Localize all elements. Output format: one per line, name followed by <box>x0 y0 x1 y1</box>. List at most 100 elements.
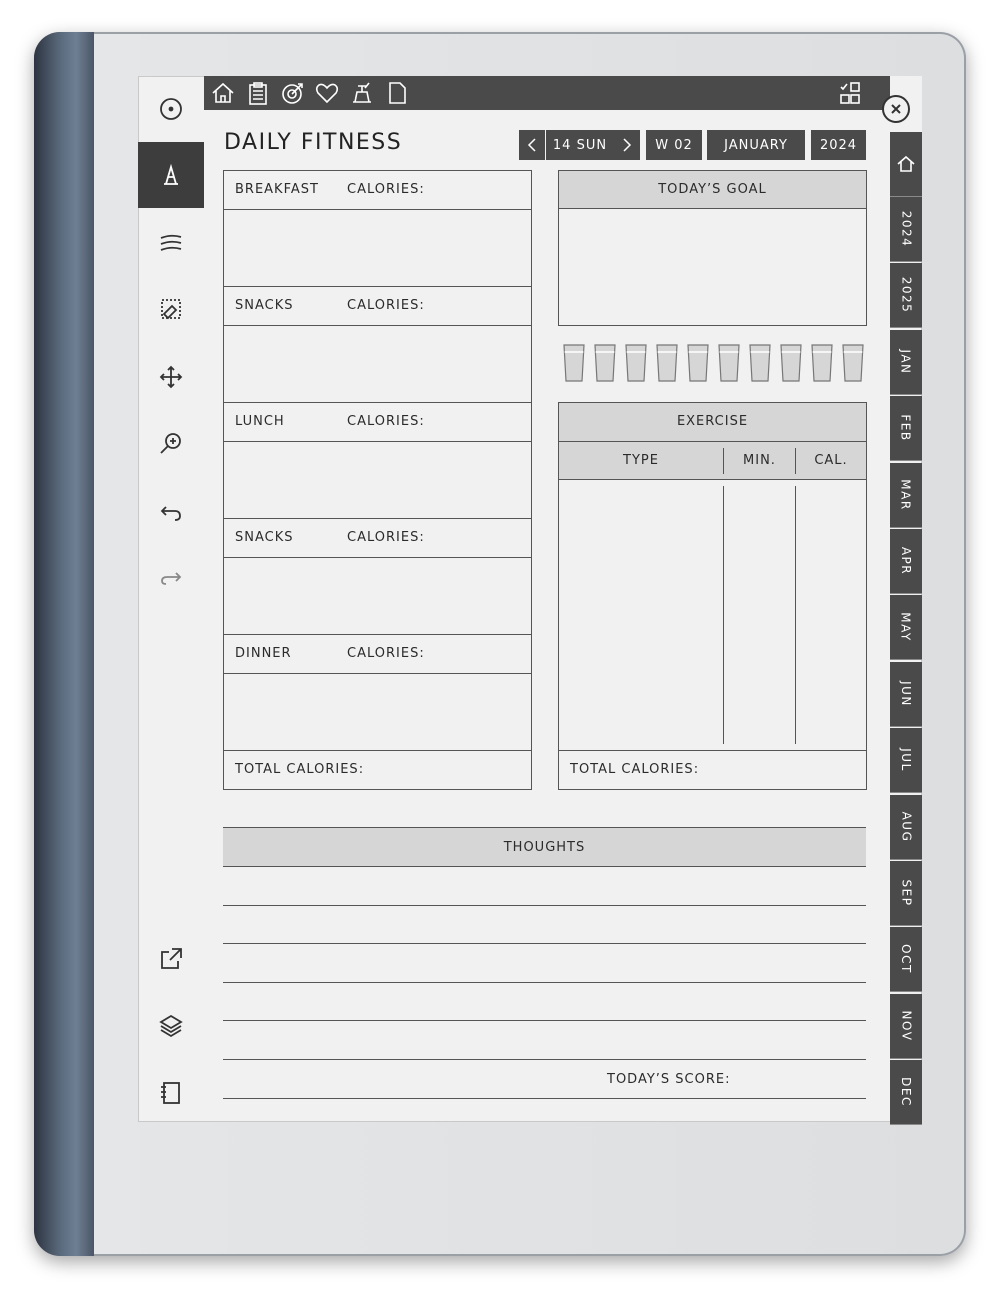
redo-icon[interactable] <box>138 544 204 610</box>
tab-aug[interactable]: AUG <box>890 794 922 860</box>
calories-label: CALORIES: <box>347 414 425 429</box>
zoom-icon[interactable] <box>138 410 204 476</box>
year-button[interactable]: 2024 <box>811 130 866 160</box>
scale-icon[interactable] <box>349 80 375 106</box>
water-glass-icon[interactable] <box>625 344 647 382</box>
undo-icon[interactable] <box>138 478 204 544</box>
water-glass-icon[interactable] <box>594 344 616 382</box>
tab-sep[interactable]: SEP <box>890 861 922 926</box>
notebook-icon[interactable] <box>138 1060 204 1126</box>
tab-label: FEB <box>899 414 913 442</box>
exercise-title: EXERCISE <box>676 414 749 429</box>
writing-line <box>223 1020 866 1021</box>
tab-label: JAN <box>898 349 913 375</box>
tab-label: SEP <box>899 879 913 907</box>
move-icon[interactable] <box>138 344 204 410</box>
water-glass-icon[interactable] <box>749 344 771 382</box>
heart-icon[interactable] <box>314 80 340 106</box>
tab-label: MAY <box>899 612 913 643</box>
planner-toolbar <box>204 76 890 110</box>
column-type: TYPE <box>623 453 659 468</box>
exercise-total-label: TOTAL CALORIES: <box>570 762 700 777</box>
calories-label: CALORIES: <box>347 298 425 313</box>
tab-oct[interactable]: OCT <box>890 927 922 993</box>
writing-line <box>223 982 866 983</box>
divider <box>223 441 532 442</box>
divider <box>223 286 532 287</box>
tab-feb[interactable]: FEB <box>890 396 922 462</box>
divider <box>223 634 532 635</box>
share-icon[interactable] <box>138 926 204 992</box>
tab-label: 2025 <box>899 277 914 314</box>
clipboard-icon[interactable] <box>245 80 271 106</box>
page-title: DAILY FITNESS <box>224 130 403 155</box>
close-icon[interactable] <box>882 95 910 123</box>
meal-label-snacks: SNACKS <box>235 298 294 313</box>
tab-may[interactable]: MAY <box>890 595 922 661</box>
tab-jun[interactable]: JUN <box>890 661 922 727</box>
tab-dec[interactable]: DEC <box>890 1060 922 1126</box>
target-icon[interactable] <box>280 80 306 106</box>
tab-home[interactable] <box>890 132 922 197</box>
calories-label: CALORIES: <box>347 646 425 661</box>
page-icon[interactable] <box>384 80 410 106</box>
divider <box>795 486 796 744</box>
water-glass-icon[interactable] <box>842 344 864 382</box>
divider <box>223 750 532 751</box>
side-tabs: 2024 2025 JAN FEB MAR APR MAY JUN JUL AUG SEP OCT NO… <box>890 132 922 1126</box>
next-day-button[interactable] <box>614 130 640 160</box>
meal-label-breakfast: BREAKFAST <box>235 182 319 197</box>
tab-label: APR <box>898 546 913 576</box>
water-glass-icon[interactable] <box>687 344 709 382</box>
day-button[interactable]: 14 SUN <box>546 130 614 160</box>
chevron-right-icon <box>623 138 632 152</box>
prev-day-button[interactable] <box>519 130 545 160</box>
divider <box>223 673 532 674</box>
meal-label-snacks: SNACKS <box>235 530 294 545</box>
writing-line <box>223 1098 866 1099</box>
column-min: MIN. <box>743 453 776 468</box>
tab-nov[interactable]: NOV <box>890 993 922 1059</box>
home-icon[interactable] <box>210 80 236 106</box>
month-button[interactable]: JANUARY <box>707 130 805 160</box>
divider <box>223 402 532 403</box>
chevron-left-icon <box>527 138 536 152</box>
tab-label: OCT <box>899 944 913 975</box>
column-cal: CAL. <box>814 453 848 468</box>
tab-label: JUN <box>899 680 913 707</box>
meals-box <box>223 170 532 790</box>
water-glass-icon[interactable] <box>563 344 585 382</box>
tab-2024[interactable]: 2024 <box>890 197 922 262</box>
tab-jan[interactable]: JAN <box>890 329 922 395</box>
divider <box>223 325 532 326</box>
tool-sidebar <box>138 76 204 1122</box>
meal-label-dinner: DINNER <box>235 646 292 661</box>
divider <box>558 441 867 442</box>
tab-mar[interactable]: MAR <box>890 462 922 528</box>
strokes-icon[interactable] <box>138 210 204 276</box>
tab-label: MAR <box>899 478 913 511</box>
week-button[interactable]: W 02 <box>646 130 702 160</box>
water-glass-icon[interactable] <box>656 344 678 382</box>
meal-label-lunch: LUNCH <box>235 414 285 429</box>
menu-circle-icon[interactable] <box>138 76 204 142</box>
eraser-icon[interactable] <box>138 276 204 342</box>
writing-line <box>223 943 866 944</box>
goal-title: TODAY’S GOAL <box>658 182 767 197</box>
pen-icon[interactable] <box>138 142 204 208</box>
water-glass-icon[interactable] <box>780 344 802 382</box>
layers-icon[interactable] <box>138 992 204 1058</box>
tab-2025[interactable]: 2025 <box>890 263 922 329</box>
divider <box>558 750 867 751</box>
tab-label: DEC <box>898 1077 913 1108</box>
meals-total-label: TOTAL CALORIES: <box>235 762 365 777</box>
checklist-icon[interactable] <box>838 80 864 106</box>
tab-apr[interactable]: APR <box>890 529 922 594</box>
water-glass-icon[interactable] <box>718 344 740 382</box>
tab-label: NOV <box>898 1010 913 1042</box>
tab-jul[interactable]: JUL <box>890 728 922 794</box>
water-glass-icon[interactable] <box>811 344 833 382</box>
divider <box>723 486 724 744</box>
home-icon <box>897 155 915 172</box>
tab-label: 2024 <box>899 210 914 248</box>
